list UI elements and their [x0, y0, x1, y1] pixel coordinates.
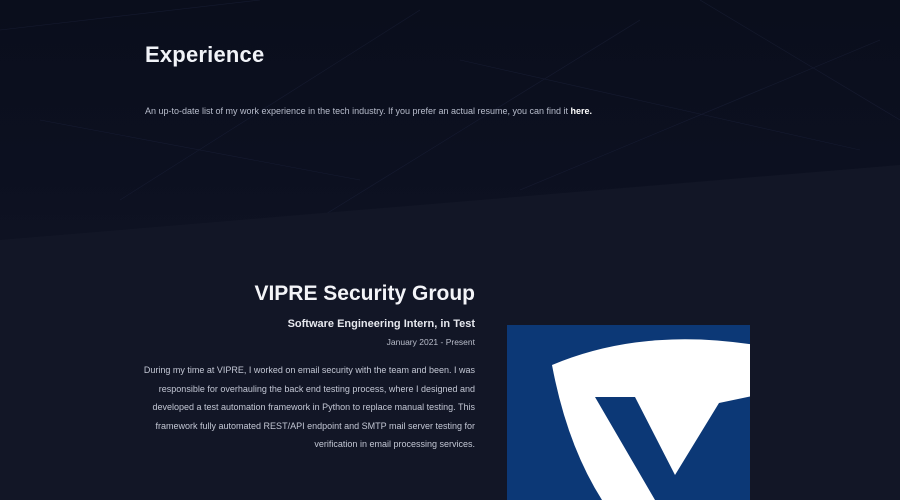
background-pattern — [0, 0, 900, 240]
vipre-shield-icon — [552, 339, 750, 500]
job-dates: January 2021 - Present — [386, 337, 475, 347]
job-role: Software Engineering Intern, in Test — [287, 318, 475, 330]
intro-text: An up-to-date list of my work experience… — [145, 106, 571, 116]
section-intro: An up-to-date list of my work experience… — [145, 106, 785, 116]
company-logo — [507, 325, 750, 500]
job-description: During my time at VIPRE, I worked on ema… — [143, 365, 475, 449]
experience-entry: VIPRE Security Group Software Engineerin… — [135, 280, 475, 454]
resume-link[interactable]: here. — [571, 106, 593, 116]
page: Experience An up-to-date list of my work… — [0, 0, 900, 500]
company-name: VIPRE Security Group — [254, 282, 475, 305]
section-title: Experience — [145, 42, 265, 67]
